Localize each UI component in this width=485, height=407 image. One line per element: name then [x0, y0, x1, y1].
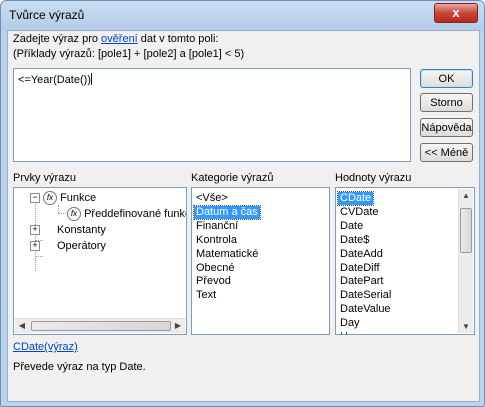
list-item[interactable]: DateValue	[338, 303, 393, 316]
tree-item-builtin-functions[interactable]: fx Předdefinované funkce	[67, 206, 187, 222]
expression-builder-window: Tvůrce výrazů x Zadejte výraz pro ověřen…	[0, 0, 485, 407]
title-bar: Tvůrce výrazů x	[1, 1, 484, 31]
prompt-suffix: dat v tomto poli:	[137, 33, 219, 45]
categories-label: Kategorie výrazů	[191, 172, 274, 184]
elements-tree[interactable]: − fx Funkce fx Předdefinované funkce + K…	[13, 187, 187, 335]
tree-item-label: Konstanty	[57, 224, 106, 236]
values-label: Hodnoty výrazu	[335, 172, 412, 184]
validation-link[interactable]: ověření	[101, 33, 138, 45]
text-caret	[90, 73, 92, 85]
function-description: Převede výraz na typ Date.	[13, 361, 146, 373]
list-item[interactable]: Date$	[338, 234, 371, 247]
values-list[interactable]: ▲ ▼ CDate CVDate Date Date$ DateAdd DateDiff D…	[335, 187, 475, 335]
list-item[interactable]: Text	[194, 289, 218, 302]
tree-item-constants[interactable]: Konstanty	[57, 222, 106, 238]
list-item[interactable]: Matematické	[194, 248, 260, 261]
tree-item-operators[interactable]: Operátory	[57, 238, 106, 254]
window-title: Tvůrce výrazů	[9, 8, 85, 22]
list-item[interactable]: CVDate	[338, 206, 381, 219]
prompt-prefix: Zadejte výraz pro	[13, 33, 102, 45]
function-icon: fx	[43, 191, 57, 206]
ok-button[interactable]: OK	[420, 69, 473, 88]
dialog-body: Zadejte výraz pro ověření dat v tomto po…	[7, 30, 480, 402]
function-icon: fx	[67, 207, 81, 222]
vertical-scrollbar[interactable]: ▲ ▼	[458, 189, 473, 333]
list-item[interactable]: Obecné	[194, 262, 237, 275]
help-button[interactable]: Nápověda	[420, 118, 473, 137]
list-item[interactable]: DateSerial	[338, 289, 393, 302]
list-item[interactable]: Day	[338, 317, 362, 330]
scroll-thumb[interactable]	[31, 321, 171, 331]
syntax-link[interactable]: CDate(výraz)	[13, 341, 78, 353]
tree-connector	[35, 204, 36, 271]
elements-label: Prvky výrazu	[13, 172, 76, 184]
close-button[interactable]: x	[434, 3, 478, 23]
list-item[interactable]: <Vše>	[194, 192, 230, 205]
horizontal-scrollbar[interactable]: ◀ ▶	[15, 318, 185, 333]
expand-icon[interactable]: +	[30, 225, 40, 235]
list-item[interactable]: Finanční	[194, 220, 240, 233]
list-item[interactable]: Kontrola	[194, 234, 239, 247]
list-item[interactable]: Datum a čas	[193, 204, 261, 220]
list-item[interactable]: Převod	[194, 275, 233, 288]
expression-value: <=Year(Date())	[18, 74, 91, 86]
examples-text: (Příklady výrazů: [pole1] + [pole2] a [p…	[13, 48, 245, 60]
tree-connector	[58, 213, 66, 214]
list-item[interactable]: DateAdd	[338, 248, 385, 261]
cancel-button[interactable]: Storno	[420, 93, 473, 112]
scroll-left-icon[interactable]: ◀	[15, 321, 29, 330]
list-item[interactable]: Date	[338, 220, 365, 233]
expression-input[interactable]: <=Year(Date())	[13, 68, 411, 162]
tree-item-label: Operátory	[57, 240, 106, 252]
collapse-icon[interactable]: −	[30, 193, 40, 203]
tree-item-label: Předdefinované funkce	[84, 208, 187, 220]
list-item[interactable]: DateDiff	[338, 262, 382, 275]
tree-connector	[58, 205, 59, 213]
tree-connector	[35, 256, 43, 257]
tree-item-functions[interactable]: fx Funkce	[43, 190, 96, 206]
scroll-right-icon[interactable]: ▶	[171, 321, 185, 330]
list-item[interactable]: DatePart	[338, 275, 385, 288]
categories-list[interactable]: <Vše> Datum a čas Finanční Kontrola Matemati…	[191, 187, 330, 335]
scroll-down-icon[interactable]: ▼	[459, 322, 473, 331]
prompt-text: Zadejte výraz pro ověření dat v tomto po…	[13, 32, 244, 62]
tree-item-label: Funkce	[60, 192, 97, 204]
close-icon: x	[452, 5, 460, 20]
scroll-thumb[interactable]	[460, 208, 472, 253]
less-button[interactable]: << Méně	[420, 143, 473, 162]
list-item[interactable]: CDate	[336, 191, 375, 206]
list-item[interactable]: Hour	[338, 331, 366, 334]
scroll-up-icon[interactable]: ▲	[459, 191, 473, 200]
expand-icon[interactable]: +	[30, 241, 40, 251]
